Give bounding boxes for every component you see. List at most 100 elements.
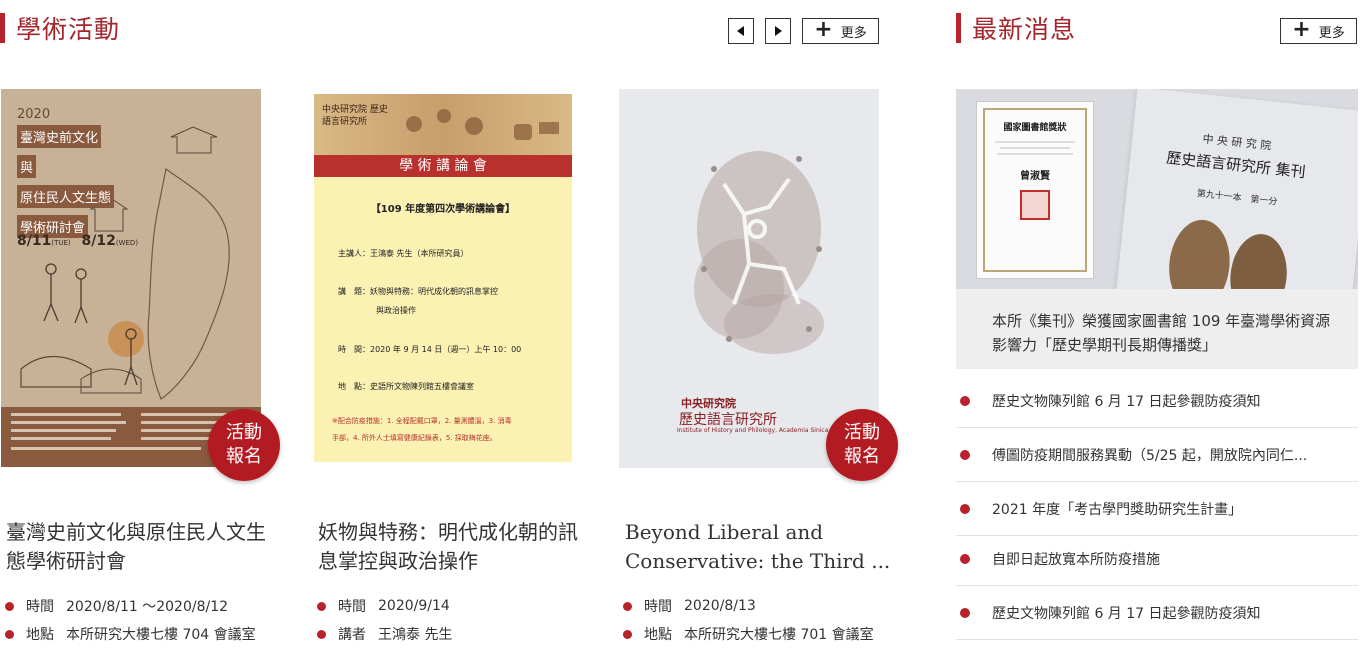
poster-topic: 講 題：妖物與特務：明代成化朝的訊息掌控 bbox=[338, 287, 498, 296]
news-item-text: 自即日起放寬本所防疫措施 bbox=[992, 551, 1160, 568]
news-feature-caption[interactable]: 本所《集刊》榮獲國家圖書館 109 年臺灣學術資源影響力「歷史學期刊長期傳播獎」 bbox=[956, 289, 1358, 369]
poster-banner: 學 術 講 論 會 bbox=[314, 155, 572, 177]
event-title[interactable]: 妖物與特務：明代成化朝的訊息掌控與政治操作 bbox=[318, 518, 588, 576]
poster-heading: 【109 年度第四次學術講論會】 bbox=[370, 204, 516, 215]
journal-volume: 第九十一本 第一分 bbox=[1196, 189, 1278, 208]
news-item-text: 歷史文物陳列館 6 月 17 日起參觀防疫須知 bbox=[992, 393, 1261, 410]
badge-line: 活動 bbox=[844, 422, 880, 443]
bullet-dot bbox=[960, 553, 970, 564]
news-item-text: 2021 年度「考古學門獎助研究生計畫」 bbox=[992, 501, 1243, 518]
journal-title: 歷史語言研究所 集刊 bbox=[1165, 148, 1307, 182]
news-item-text: 傅圖防疫期間服務異動（5/25 起，開放院內同仁... bbox=[992, 447, 1308, 464]
meta-key: 時間 bbox=[338, 599, 366, 615]
poster-speaker: 主講人：王鴻泰 先生（本所研究員） bbox=[338, 249, 469, 258]
bullet-dot bbox=[960, 449, 970, 460]
news-list-item[interactable]: 歷史文物陳列館 6 月 17 日起參觀防疫須知 bbox=[956, 374, 1358, 428]
poster-date-a: 8/11 bbox=[17, 233, 52, 249]
section-accent-bar bbox=[956, 13, 961, 43]
poster-title-block: 臺灣史前文化 與 原住民人文生態 學術研討會 bbox=[17, 125, 115, 238]
triangle-left-icon bbox=[737, 26, 744, 36]
certificate-signature: 曾淑賢 bbox=[1020, 171, 1050, 182]
meta-value: 本所研究大樓七樓 701 會議室 bbox=[684, 627, 874, 643]
poster-title-line: 與 bbox=[17, 155, 37, 178]
plus-icon: + bbox=[814, 17, 833, 42]
news-section-title: 最新消息 bbox=[972, 15, 1077, 44]
academic-more-label: 更多 bbox=[840, 25, 867, 41]
meta-key: 時間 bbox=[644, 599, 672, 615]
meta-key: 時間 bbox=[26, 599, 54, 615]
poster-year: 2020 bbox=[17, 107, 51, 122]
poster-date-a-day: (TUE) bbox=[51, 239, 71, 247]
poster-title-line: 臺灣史前文化 bbox=[17, 125, 102, 148]
poster-time: 時 間：2020 年 9 月 14 日（週一）上午 10：00 bbox=[338, 345, 522, 354]
academic-more-button[interactable]: + 更多 bbox=[802, 18, 879, 44]
poster-org: 中央研究院 歷史語言研究所 bbox=[322, 105, 388, 127]
bullet-dot bbox=[5, 629, 14, 639]
event-meta-time: 時間 2020/8/13 bbox=[623, 596, 923, 616]
poster-inst-en: Institute of History and Philology, Acad… bbox=[677, 427, 829, 434]
news-list-item[interactable]: 自即日起放寬本所防疫措施 bbox=[956, 532, 1358, 586]
news-feature-image[interactable]: 中 央 研 究 院 歷史語言研究所 集刊 第九十一本 第一分 國家圖書館獎狀 曾… bbox=[956, 89, 1358, 289]
bullet-dot bbox=[623, 629, 632, 639]
academic-section-title: 學術活動 bbox=[16, 15, 121, 44]
award-certificate: 國家圖書館獎狀 曾淑賢 bbox=[976, 101, 1094, 279]
news-more-button[interactable]: + 更多 bbox=[1280, 18, 1357, 44]
bullet-dot bbox=[317, 629, 326, 639]
poster-title-line: 原住民人文生態 bbox=[17, 185, 115, 208]
poster-place: 地 點：史語所文物陳列館五樓會議室 bbox=[338, 382, 474, 391]
event-register-badge[interactable]: 活動 報名 bbox=[826, 409, 898, 481]
news-list-item[interactable]: 2021 年度「考古學門獎助研究生計畫」 bbox=[956, 482, 1358, 536]
bullet-dot bbox=[960, 395, 970, 406]
event-meta-speaker: 講者 王鴻泰 先生 bbox=[317, 624, 617, 644]
event-poster-lecture[interactable]: 中央研究院 歷史語言研究所 學 術 講 論 會 【109 年度第四次學術講論會】… bbox=[314, 94, 572, 462]
section-accent-bar bbox=[0, 13, 5, 43]
bullet-dot bbox=[317, 601, 326, 611]
academic-section-header: 學術活動 bbox=[0, 8, 120, 48]
news-list-item[interactable]: 歷史文物陳列館 6 月 17 日起參觀防疫須知 bbox=[956, 586, 1358, 640]
meta-key: 地點 bbox=[26, 627, 54, 643]
poster-topic-cont: 與政治操作 bbox=[376, 306, 416, 315]
meta-value: 2020/9/14 bbox=[378, 598, 450, 614]
news-item-text: 歷史文物陳列館 6 月 17 日起參觀防疫須知 bbox=[992, 605, 1261, 622]
seal-stamp bbox=[1020, 190, 1050, 220]
poster-date-b-day: (WED) bbox=[115, 239, 139, 247]
event-title[interactable]: 臺灣史前文化與原住民人文生態學術研討會 bbox=[6, 518, 266, 576]
meta-value: 2020/8/11 ～2020/8/12 bbox=[66, 599, 229, 615]
news-section-header: 最新消息 bbox=[956, 8, 1076, 48]
news-list-item[interactable]: 傅圖防疫期間服務異動（5/25 起，開放院內同仁... bbox=[956, 428, 1358, 482]
triangle-right-icon bbox=[775, 26, 782, 36]
badge-line: 報名 bbox=[226, 446, 262, 467]
event-meta-time: 時間 2020/9/14 bbox=[317, 596, 617, 616]
poster-inst-cn: 歷史語言研究所 bbox=[679, 412, 777, 428]
plus-icon: + bbox=[1292, 17, 1311, 42]
event-poster-prehistory[interactable]: 2020 臺灣史前文化 與 原住民人文生態 學術研討會 8/11(TUE) 8/… bbox=[1, 89, 261, 467]
certificate-title: 國家圖書館獎狀 bbox=[1003, 123, 1067, 133]
meta-value: 本所研究大樓七樓 704 會議室 bbox=[66, 627, 256, 643]
poster-note-cont: 手部，4. 所外人士填寫健康紀錄表，5. 採取梅花座。 bbox=[332, 434, 497, 442]
oracle-bone-icon bbox=[1169, 219, 1287, 289]
event-poster-institute[interactable]: 中央研究院 歷史語言研究所 Institute of History and P… bbox=[619, 89, 879, 468]
event-meta-place: 地點 本所研究大樓七樓 701 會議室 bbox=[623, 624, 923, 644]
event-meta-time: 時間 2020/8/11 ～2020/8/12 bbox=[5, 596, 305, 616]
carousel-next-button[interactable] bbox=[765, 18, 791, 44]
carousel-prev-button[interactable] bbox=[728, 18, 754, 44]
bullet-dot bbox=[5, 601, 14, 611]
badge-line: 活動 bbox=[226, 422, 262, 443]
badge-line: 報名 bbox=[844, 446, 880, 467]
poster-dates: 8/11(TUE) 8/12(WED) bbox=[17, 233, 138, 249]
event-meta-place: 地點 本所研究大樓七樓 704 會議室 bbox=[5, 624, 305, 644]
journal-org: 中 央 研 究 院 bbox=[1201, 132, 1272, 153]
bullet-dot bbox=[960, 607, 970, 618]
meta-value: 2020/8/13 bbox=[684, 598, 756, 614]
event-title[interactable]: Beyond Liberal and Conservative: the Thi… bbox=[625, 518, 900, 576]
poster-date-b: 8/12 bbox=[81, 233, 116, 249]
bullet-dot bbox=[960, 503, 970, 514]
meta-key: 地點 bbox=[644, 627, 672, 643]
meta-key: 講者 bbox=[338, 627, 366, 643]
journal-cover: 中 央 研 究 院 歷史語言研究所 集刊 第九十一本 第一分 bbox=[1115, 89, 1358, 289]
poster-header-illustration: 中央研究院 歷史語言研究所 bbox=[314, 94, 572, 155]
meta-value: 王鴻泰 先生 bbox=[378, 627, 453, 643]
news-more-label: 更多 bbox=[1318, 25, 1345, 41]
bullet-dot bbox=[623, 601, 632, 611]
event-register-badge[interactable]: 活動 報名 bbox=[208, 409, 280, 481]
